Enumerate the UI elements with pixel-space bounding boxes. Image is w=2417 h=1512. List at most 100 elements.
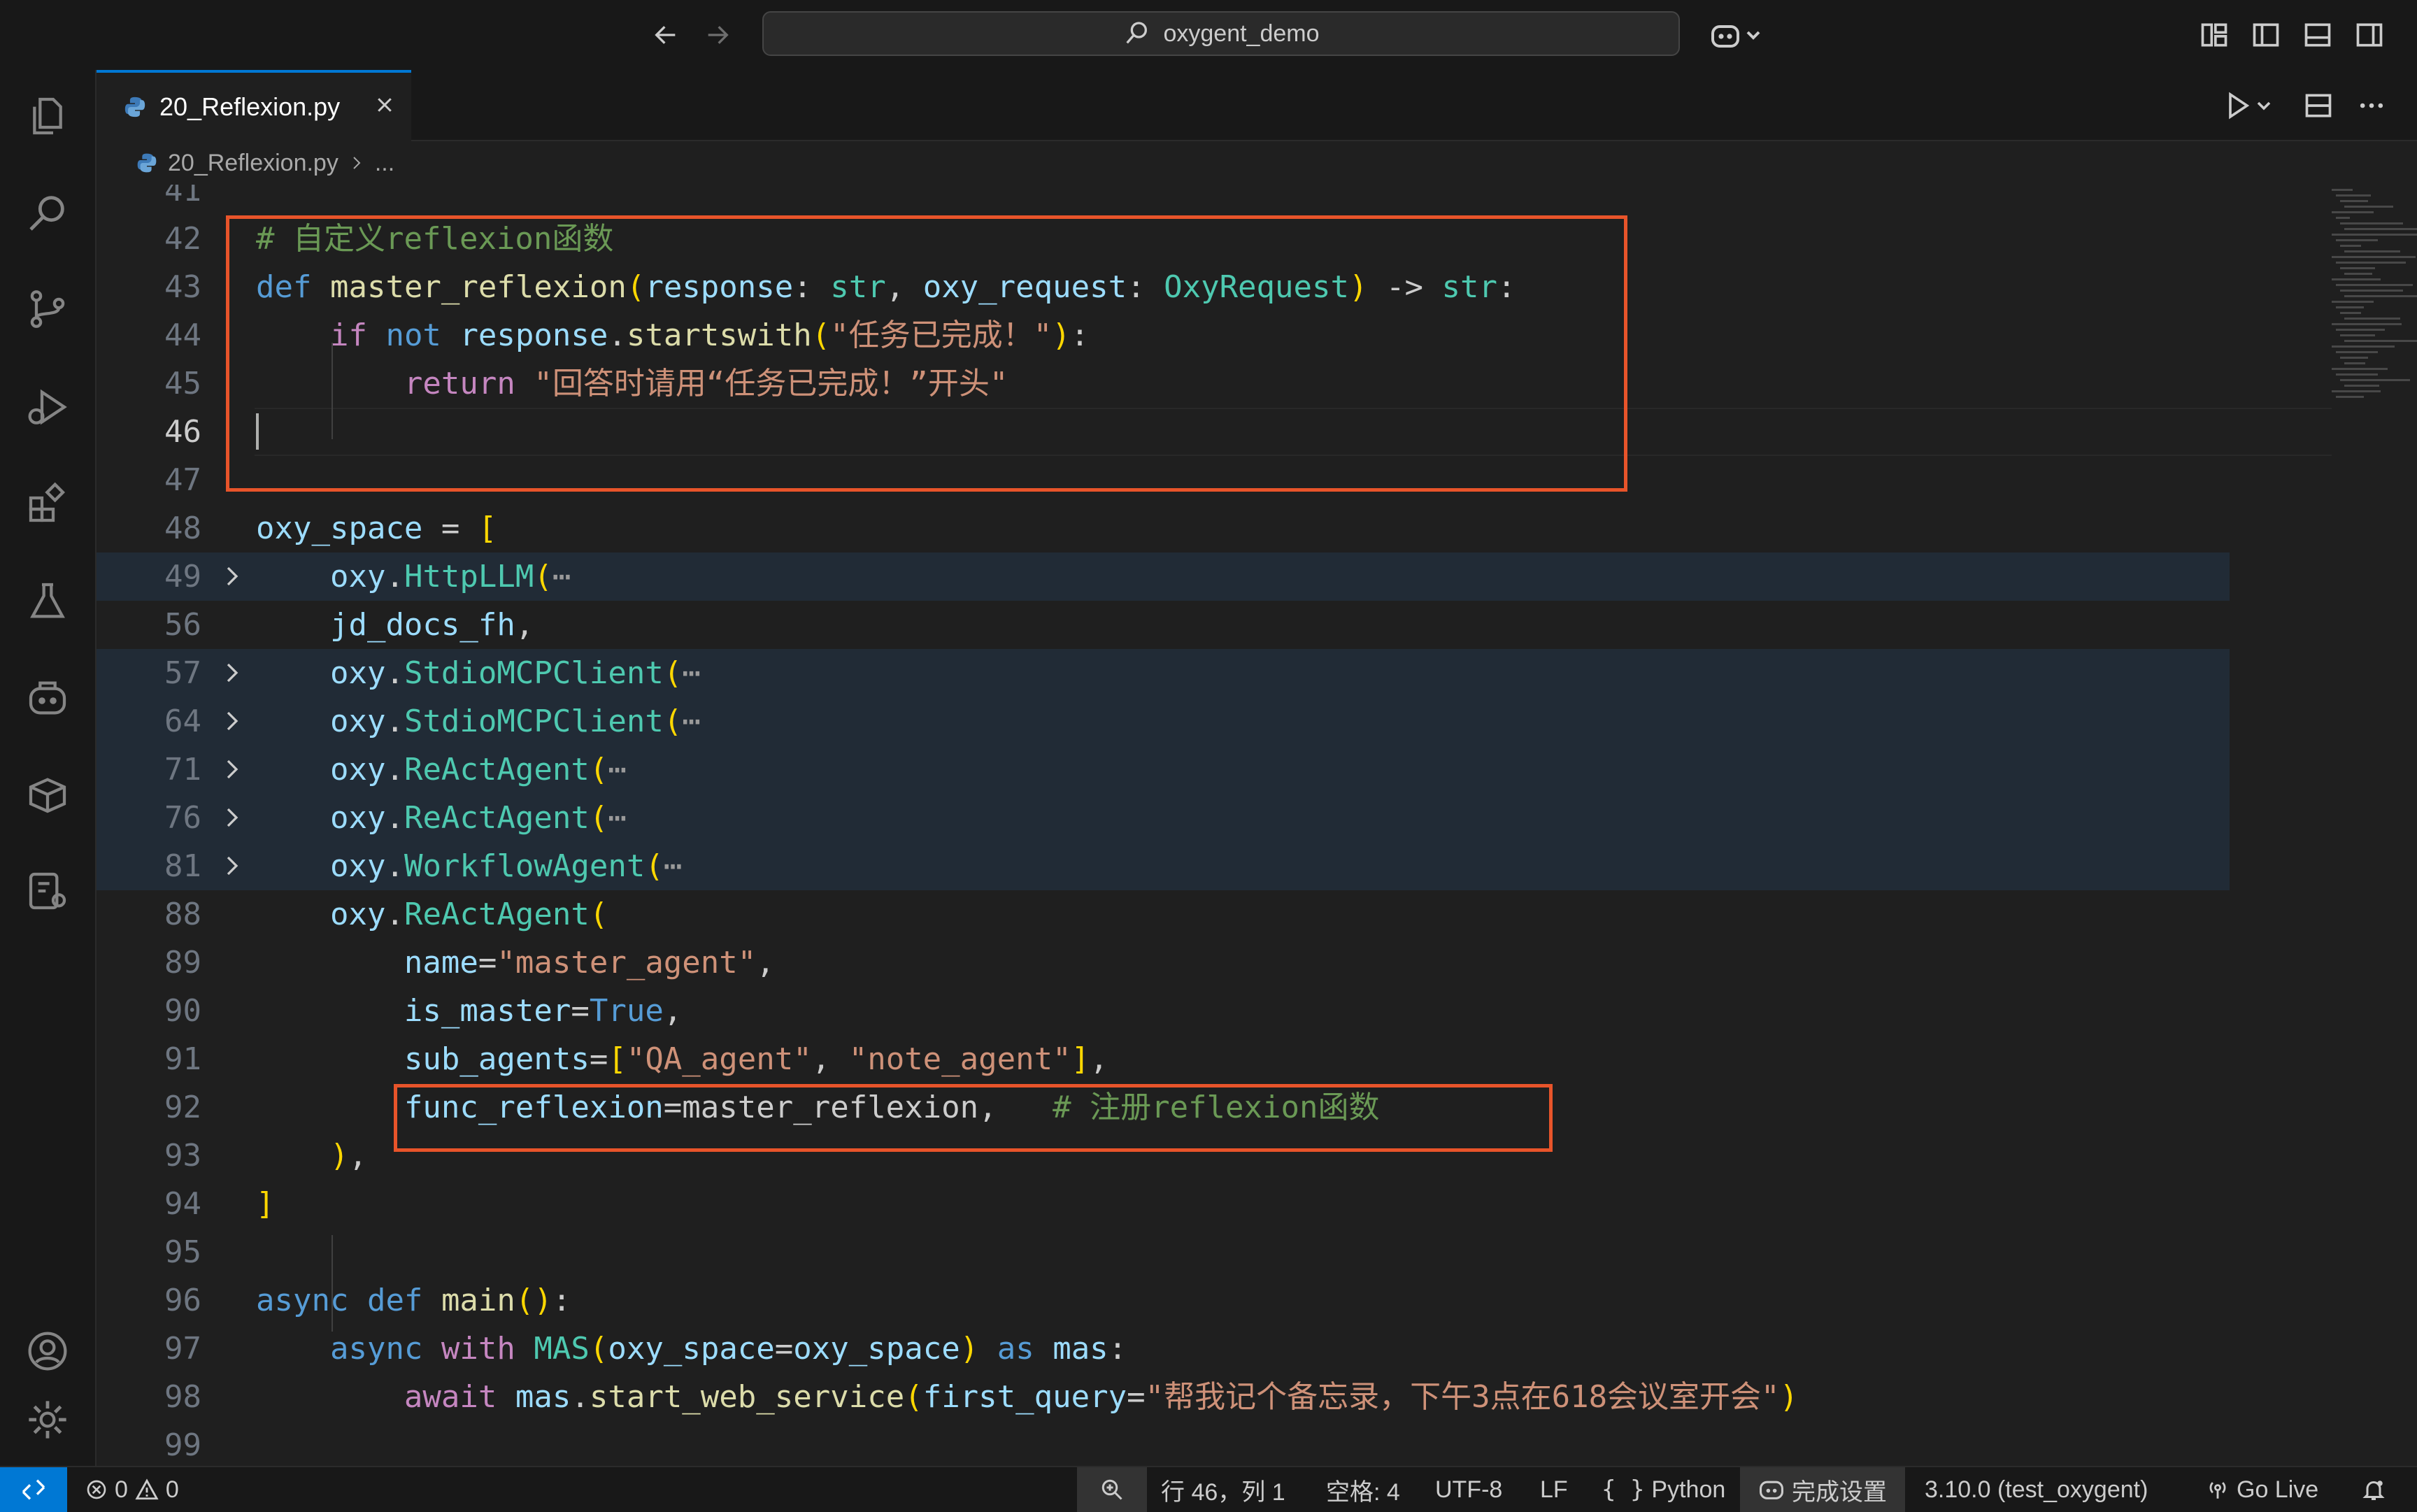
code-line[interactable]: 76 oxy.ReActAgent(⋯ bbox=[97, 794, 2230, 842]
forward-arrow-icon[interactable] bbox=[698, 15, 737, 55]
go-live-button[interactable]: Go Live bbox=[2206, 1467, 2318, 1512]
toggle-primary-sidebar-icon[interactable] bbox=[2248, 17, 2284, 53]
minimap-line bbox=[2332, 390, 2381, 392]
customize-layout-icon[interactable] bbox=[2196, 17, 2232, 53]
source-control-icon[interactable] bbox=[20, 281, 76, 337]
indentation[interactable]: 空格: 4 bbox=[1326, 1467, 1400, 1512]
copilot-chat-icon[interactable] bbox=[20, 670, 76, 726]
more-actions-icon[interactable] bbox=[2353, 87, 2390, 124]
minimap-line bbox=[2336, 373, 2378, 376]
fold-chevron-icon[interactable] bbox=[220, 660, 245, 685]
python-file-icon bbox=[124, 97, 145, 117]
code-line[interactable]: 49 oxy.HttpLLM(⋯ bbox=[97, 552, 2230, 601]
breadcrumb-more[interactable]: ... bbox=[375, 150, 394, 177]
copilot-label: 完成设置 bbox=[1792, 1478, 1887, 1506]
code-line[interactable]: 48 oxy_space = [ bbox=[97, 504, 2230, 552]
close-icon[interactable] bbox=[368, 88, 401, 122]
copilot-status[interactable]: 完成设置 bbox=[1740, 1467, 1905, 1512]
line-number: 44 bbox=[164, 318, 201, 353]
line-number: 93 bbox=[164, 1138, 201, 1174]
line-number: 76 bbox=[164, 800, 201, 836]
minimap-line bbox=[2336, 396, 2364, 398]
minimap-line bbox=[2336, 217, 2350, 219]
fold-chevron-icon[interactable] bbox=[220, 708, 245, 734]
code-line[interactable]: 98 await mas.start_web_service(first_que… bbox=[97, 1373, 2230, 1421]
code-text: oxy.HttpLLM(⋯ bbox=[329, 559, 571, 594]
code-text: name="master_agent", bbox=[404, 945, 775, 980]
cursor-position[interactable]: 行 46，列 1 bbox=[1161, 1467, 1285, 1512]
line-number: 46 bbox=[164, 414, 201, 450]
copilot-menu-icon[interactable] bbox=[1705, 17, 1768, 53]
line-number: 89 bbox=[164, 945, 201, 980]
extensions-icon[interactable] bbox=[20, 476, 76, 532]
toggle-panel-icon[interactable] bbox=[2300, 17, 2336, 53]
search-icon[interactable] bbox=[20, 185, 76, 241]
line-number: 56 bbox=[164, 607, 201, 643]
code-line[interactable]: 90 is_master=True, bbox=[97, 987, 2230, 1035]
back-arrow-icon[interactable] bbox=[646, 15, 685, 55]
zoom-icon[interactable] bbox=[1077, 1467, 1147, 1512]
remote-indicator-icon[interactable] bbox=[0, 1467, 67, 1512]
code-editor[interactable]: 41 42 # 自定义reflexion函数 43 def master_reflexi… bbox=[97, 185, 2417, 1466]
code-line[interactable]: 88 oxy.ReActAgent( bbox=[97, 890, 2230, 939]
run-debug-icon[interactable] bbox=[20, 379, 76, 435]
code-line[interactable]: 96 async def main(): bbox=[97, 1276, 2230, 1325]
minimap-line bbox=[2340, 200, 2368, 202]
testing-icon[interactable] bbox=[20, 573, 76, 629]
split-editor-icon[interactable] bbox=[2300, 87, 2337, 124]
highlight-box-reflexion-function bbox=[226, 215, 1627, 492]
code-line[interactable]: 64 oxy.StdioMCPClient(⋯ bbox=[97, 697, 2230, 746]
toggle-secondary-sidebar-icon[interactable] bbox=[2351, 17, 2388, 53]
code-line[interactable]: 99 bbox=[97, 1421, 2230, 1466]
run-python-file-icon[interactable] bbox=[2218, 87, 2281, 124]
code-line[interactable]: 97 async with MAS(oxy_space=oxy_space) a… bbox=[97, 1325, 2230, 1373]
notifications-bell-icon[interactable] bbox=[2361, 1467, 2386, 1512]
fold-chevron-icon[interactable] bbox=[220, 853, 245, 878]
code-line[interactable]: 89 name="master_agent", bbox=[97, 939, 2230, 987]
highlight-box-func-reflexion bbox=[394, 1084, 1553, 1152]
line-number: 43 bbox=[164, 269, 201, 305]
language-mode[interactable]: { } Python bbox=[1602, 1467, 1725, 1512]
broadcast-icon bbox=[2209, 1482, 2226, 1499]
code-line[interactable]: 71 oxy.ReActAgent(⋯ bbox=[97, 746, 2230, 794]
line-number: 71 bbox=[164, 752, 201, 787]
code-line[interactable]: 56 jd_docs_fh, bbox=[97, 601, 2230, 649]
end-of-line[interactable]: LF bbox=[1540, 1467, 1568, 1512]
python-interpreter[interactable]: 3.10.0 (test_oxygent) bbox=[1925, 1467, 2148, 1512]
problems-indicator[interactable]: 0 0 bbox=[85, 1467, 179, 1512]
fold-chevron-icon[interactable] bbox=[220, 757, 245, 782]
containers-icon[interactable] bbox=[20, 766, 76, 822]
breadcrumb-file[interactable]: 20_Reflexion.py bbox=[168, 150, 338, 177]
minimap-line bbox=[2340, 290, 2403, 292]
code-line[interactable]: 91 sub_agents=["QA_agent", "note_agent"]… bbox=[97, 1035, 2230, 1083]
settings-gear-icon[interactable] bbox=[20, 1392, 76, 1448]
minimap-line bbox=[2344, 318, 2400, 320]
account-icon[interactable] bbox=[20, 1323, 76, 1379]
command-center-search[interactable]: oxygent_demo bbox=[762, 11, 1680, 56]
minimap-line bbox=[2340, 245, 2361, 247]
minimap-line bbox=[2340, 267, 2375, 269]
code-line[interactable]: 81 oxy.WorkflowAgent(⋯ bbox=[97, 842, 2230, 890]
fold-chevron-icon[interactable] bbox=[220, 564, 245, 589]
editor-tab-bar: 20_Reflexion.py bbox=[97, 70, 2417, 141]
status-bar: 0 0 行 46，列 1 空格: 4 UTF-8 LF { } Python 完… bbox=[0, 1466, 2417, 1512]
remote-explorer-icon[interactable] bbox=[20, 863, 76, 919]
code-line[interactable]: 95 bbox=[97, 1228, 2230, 1276]
tab-20-reflexion-py[interactable]: 20_Reflexion.py bbox=[97, 70, 411, 141]
line-number: 99 bbox=[164, 1427, 201, 1463]
minimap-line bbox=[2336, 262, 2406, 264]
code-text: oxy_space = [ bbox=[256, 511, 497, 546]
code-text: oxy.StdioMCPClient(⋯ bbox=[329, 704, 701, 739]
fold-chevron-icon[interactable] bbox=[220, 805, 245, 830]
explorer-icon[interactable] bbox=[20, 88, 76, 144]
minimap[interactable] bbox=[2327, 185, 2417, 1466]
code-line[interactable]: 41 bbox=[97, 185, 2230, 215]
code-line[interactable]: 94] bbox=[97, 1180, 2230, 1228]
line-number: 81 bbox=[164, 848, 201, 884]
encoding[interactable]: UTF-8 bbox=[1435, 1467, 1502, 1512]
code-line[interactable]: 57 oxy.StdioMCPClient(⋯ bbox=[97, 649, 2230, 697]
line-number: 98 bbox=[164, 1379, 201, 1415]
line-number: 47 bbox=[164, 462, 201, 498]
line-number: 90 bbox=[164, 993, 201, 1029]
line-number: 57 bbox=[164, 655, 201, 691]
